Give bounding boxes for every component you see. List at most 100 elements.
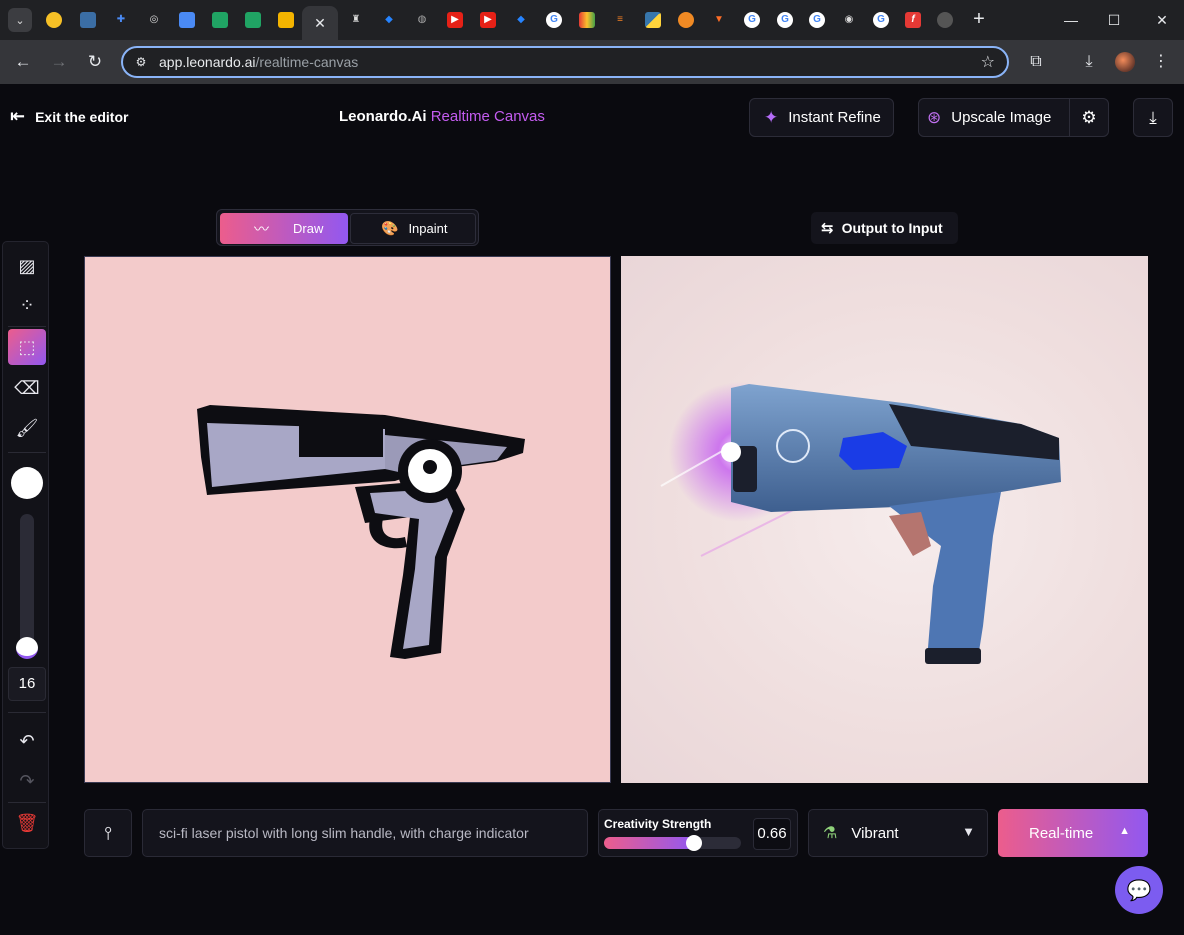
redo-icon: ↷ (19, 771, 35, 791)
download-button[interactable]: ⤓ (1133, 98, 1173, 137)
bookmark-star-icon[interactable]: ☆ (981, 52, 995, 72)
window-close-icon[interactable]: ✕ (1150, 8, 1174, 32)
tool-divider (8, 326, 46, 327)
tab-favicon-google-3[interactable]: G (777, 12, 793, 28)
tab-favicon-sheets[interactable] (212, 12, 228, 28)
tab-favicon-openai[interactable]: ◎ (146, 12, 162, 28)
new-tab-button[interactable]: + (968, 9, 990, 31)
back-arrow-icon[interactable]: ← (11, 50, 35, 74)
tab-favicon-youtube[interactable]: ▶ (447, 12, 463, 28)
prompt-input[interactable]: sci-fi laser pistol with long slim handl… (142, 809, 588, 857)
tab-favicon-smiley[interactable] (46, 12, 62, 28)
url-host: app.leonardo.ai (159, 54, 256, 70)
caret-up-icon[interactable]: ▲ (1119, 825, 1130, 837)
realtime-label: Real-time (1029, 824, 1094, 842)
tab-favicon-slides[interactable] (278, 12, 294, 28)
generation-settings-button[interactable]: ⫯ (84, 809, 132, 857)
tab-favicon-puzzle[interactable]: ✚ (113, 12, 129, 28)
tab-favicon-3[interactable] (579, 12, 595, 28)
minimize-icon[interactable]: — (1059, 8, 1083, 32)
swap-arrows-icon: ⇆ (821, 220, 834, 237)
tab-favicon-gitlab[interactable]: ▼ (711, 12, 727, 28)
draw-mode-button[interactable]: 〰 Draw (220, 213, 348, 244)
rendered-laser-pistol-image (660, 382, 1061, 664)
tab-favicon-6[interactable] (937, 12, 953, 28)
tab-favicon-5[interactable]: f (905, 12, 921, 28)
tool-divider (8, 802, 46, 803)
tab-search-button[interactable]: ⌄ (8, 8, 32, 32)
inpaint-mode-button[interactable]: 🎨 Inpaint (350, 213, 476, 244)
tab-favicon-jira-2[interactable]: ◆ (513, 12, 529, 28)
trash-icon: 🗑 (15, 813, 39, 833)
creativity-strength-fill (604, 837, 695, 849)
redo-button[interactable]: ↷ (8, 763, 46, 799)
maximize-icon[interactable]: ☐ (1102, 8, 1126, 32)
tool-rail: ▨ ⁘ ⬚ ⌫ 🖌 16 ↶ ↷ 🗑 (2, 241, 49, 849)
profile-avatar[interactable] (1115, 52, 1135, 72)
site-info-icon[interactable]: ⚙ (133, 54, 149, 70)
reload-icon[interactable]: ↻ (83, 50, 107, 74)
browser-tabstrip: ⌄ ✚ ◎ ✕ ♜ ◆ ◍ ▶ ▶ ◆ G ≡ ▼ G G G ◉ G f + … (0, 0, 1184, 40)
dots-grid-icon: ⁘ (19, 295, 35, 315)
tab-favicon-globe[interactable]: ◍ (414, 12, 430, 28)
tab-favicon-4[interactable] (678, 12, 694, 28)
tab-favicon-youtube-2[interactable]: ▶ (480, 12, 496, 28)
upscale-image-button[interactable]: ⊛ Upscale Image (918, 98, 1070, 137)
brush-icon: 🖌 (15, 418, 39, 438)
tab-favicon-jira[interactable]: ◆ (381, 12, 397, 28)
brush-size-slider-knob[interactable] (16, 637, 38, 659)
tab-favicon-google-4[interactable]: G (809, 12, 825, 28)
tab-favicon-python[interactable] (645, 12, 661, 28)
close-tab-icon[interactable]: ✕ (314, 15, 326, 32)
grid-select-tool[interactable]: ⁘ (8, 287, 46, 323)
active-tab[interactable]: ✕ (302, 6, 338, 40)
style-dropdown[interactable]: ⚗ Vibrant ▼ (808, 809, 988, 857)
add-image-tool[interactable]: ▨ (8, 248, 46, 284)
tab-favicon-stackoverflow[interactable]: ≡ (612, 12, 628, 28)
tab-favicon-google-5[interactable]: G (873, 12, 889, 28)
brush-size-slider[interactable] (20, 514, 34, 656)
support-chat-button[interactable]: 💬 (1115, 866, 1163, 914)
tab-favicon-google-2[interactable]: G (744, 12, 760, 28)
forward-arrow-icon[interactable]: → (47, 50, 71, 74)
undo-icon: ↶ (19, 731, 35, 751)
tab-favicon-1[interactable] (80, 12, 96, 28)
sparkle-icon: ✦ (764, 107, 779, 127)
brush-size-value[interactable]: 16 (8, 667, 46, 701)
creativity-strength-label: Creativity Strength (604, 817, 712, 831)
exit-editor-button[interactable]: ⇤ Exit the editor (10, 106, 128, 127)
input-sketch-canvas[interactable] (84, 256, 611, 783)
browser-toolbar: ← → ↻ ⚙ app.leonardo.ai/realtime-canvas … (0, 40, 1184, 84)
tab-favicon-2[interactable]: ♜ (348, 12, 364, 28)
output-to-input-button[interactable]: ⇆ Output to Input (811, 212, 958, 244)
palette-icon: 🎨 (381, 220, 399, 236)
tab-favicon-translate[interactable] (179, 12, 195, 28)
sliders-icon: ⫯ (104, 823, 112, 843)
clear-canvas-button[interactable]: 🗑 (8, 805, 46, 841)
instant-refine-label: Instant Refine (788, 109, 881, 126)
browser-menu-icon[interactable]: ⋮ (1150, 51, 1172, 73)
gear-icon: ⚙ (1081, 107, 1097, 127)
creativity-strength-slider[interactable] (604, 837, 741, 849)
tab-favicon-sheets-2[interactable] (245, 12, 261, 28)
image-add-icon: ▨ (18, 256, 36, 276)
tab-favicon-chrome[interactable]: ◉ (841, 12, 857, 28)
tool-divider (8, 712, 46, 713)
chat-icon: 💬 (1126, 879, 1152, 902)
extensions-icon[interactable]: ⧉ (1025, 51, 1047, 73)
selection-cursor-icon: ⬚ (18, 337, 36, 357)
creativity-strength-value[interactable]: 0.66 (753, 818, 791, 850)
tab-favicon-google[interactable]: G (546, 12, 562, 28)
url-text[interactable]: app.leonardo.ai/realtime-canvas (159, 54, 358, 70)
select-tool[interactable]: ⬚ (8, 329, 46, 365)
inpaint-label: Inpaint (408, 221, 448, 236)
browser-downloads-icon[interactable]: ⤓ (1078, 51, 1100, 73)
instant-refine-button[interactable]: ✦ Instant Refine (749, 98, 894, 137)
brush-color-swatch[interactable] (11, 467, 43, 499)
eraser-tool[interactable]: ⌫ (8, 370, 46, 406)
paint-brush-tool[interactable]: 🖌 (8, 410, 46, 446)
realtime-generate-button[interactable]: Real-time ▲ (998, 809, 1148, 857)
undo-button[interactable]: ↶ (8, 723, 46, 759)
address-bar[interactable]: ⚙ app.leonardo.ai/realtime-canvas ☆ (121, 46, 1009, 78)
upscale-settings-button[interactable]: ⚙ (1069, 98, 1109, 137)
